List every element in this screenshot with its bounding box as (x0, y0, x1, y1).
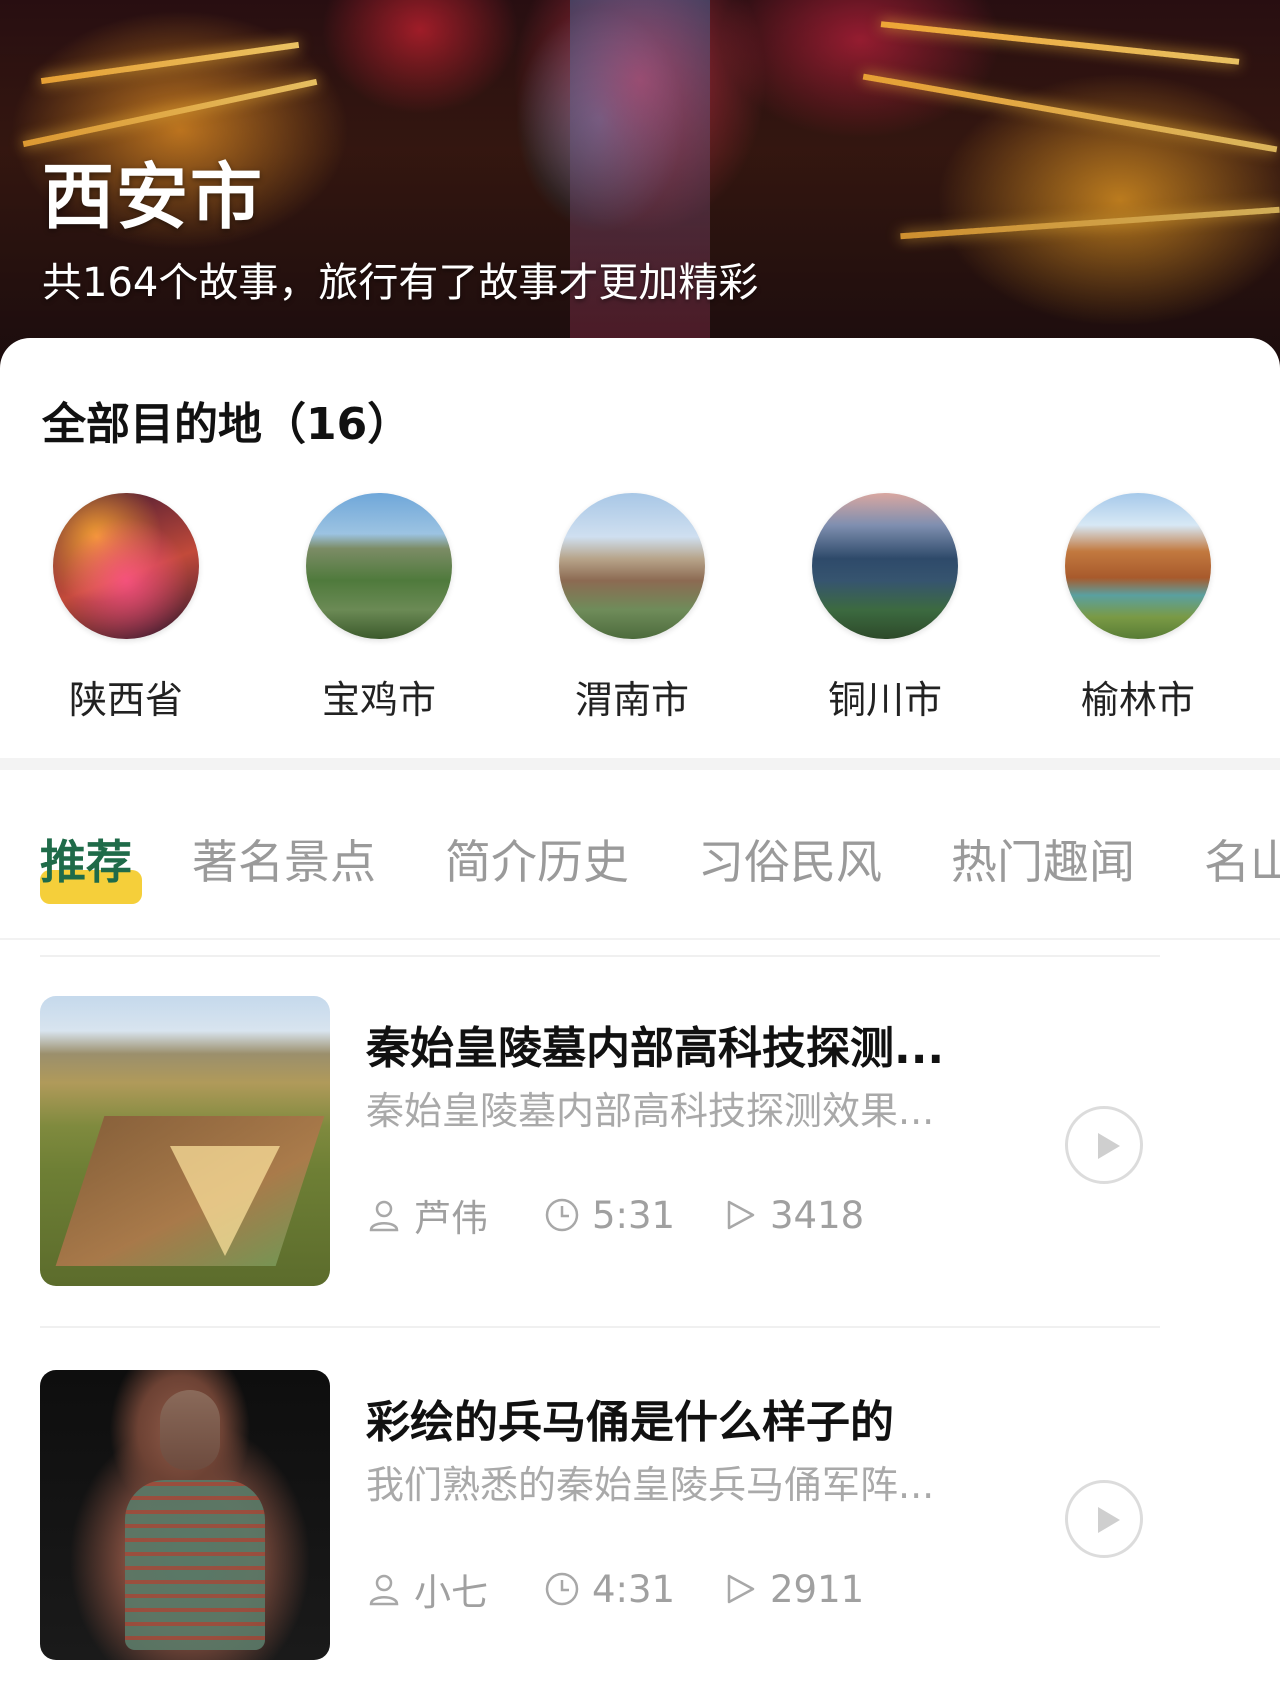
hero-banner: 西安市 共164个故事，旅行有了故事才更加精彩 (0, 0, 1280, 380)
tab-hot-news[interactable]: 热门趣闻 (951, 826, 1135, 892)
destination-thumbnail (559, 493, 705, 639)
story-meta: 小七 4:31 2911 (366, 1566, 1066, 1614)
user-icon (369, 1574, 399, 1606)
destination-item[interactable]: 渭南市 (532, 493, 732, 724)
destination-thumbnail (1065, 493, 1211, 639)
tab-customs[interactable]: 习俗民风 (698, 826, 882, 892)
destination-label: 铜川市 (827, 678, 942, 722)
city-title: 西安市 (42, 155, 265, 239)
destination-item[interactable]: 铜川市 (785, 493, 985, 724)
tab-recommended[interactable]: 推荐 (40, 826, 132, 892)
story-duration: 5:31 (544, 1192, 675, 1238)
story-author: 芦伟 (366, 1192, 488, 1240)
story-description: 我们熟悉的秦始皇陵兵马俑军阵... (366, 1463, 935, 1507)
story-author: 小七 (366, 1566, 488, 1614)
story-title: 秦始皇陵墓内部高科技探测... (366, 1023, 945, 1074)
story-plays: 3418 (722, 1192, 864, 1238)
city-subtitle: 共164个故事，旅行有了故事才更加精彩 (42, 260, 759, 306)
story-description: 秦始皇陵墓内部高科技探测效果... (366, 1089, 935, 1133)
author-name: 芦伟 (414, 1197, 488, 1240)
user-icon (369, 1200, 399, 1232)
play-count-value: 3418 (770, 1193, 865, 1237)
clock-icon (545, 1198, 579, 1232)
tab-famous-spots[interactable]: 著名景点 (192, 826, 376, 892)
section-divider (0, 758, 1280, 770)
tab-famous-mountains[interactable]: 名山 (1204, 826, 1280, 892)
destination-label: 陕西省 (68, 678, 183, 722)
author-name: 小七 (414, 1571, 488, 1614)
category-tabs: 推荐 著名景点 简介历史 习俗民风 热门趣闻 名山 (0, 770, 1280, 940)
clock-icon (545, 1572, 579, 1606)
destination-thumbnail (53, 493, 199, 639)
story-item[interactable]: 彩绘的兵马俑是什么样子的 我们熟悉的秦始皇陵兵马俑军阵... 小七 4:31 2… (0, 1370, 1280, 1662)
play-button[interactable] (1065, 1480, 1143, 1558)
story-item[interactable]: 秦始皇陵墓内部高科技探测... 秦始皇陵墓内部高科技探测效果... 芦伟 5:3… (0, 996, 1280, 1288)
warrior-head-shape (160, 1390, 220, 1470)
story-duration: 4:31 (544, 1566, 675, 1612)
list-divider (40, 955, 1160, 957)
destination-item[interactable]: 榆林市 (1038, 493, 1238, 724)
destinations-card: 全部目的地（16） 陕西省 宝鸡市 渭南市 铜川市 榆林市 (0, 338, 1280, 758)
warrior-armor-shape (125, 1480, 265, 1650)
tab-history[interactable]: 简介历史 (445, 826, 629, 892)
destination-thumbnail (812, 493, 958, 639)
destination-item[interactable]: 宝鸡市 (279, 493, 479, 724)
play-count-value: 2911 (770, 1567, 865, 1611)
destination-thumbnail (306, 493, 452, 639)
destination-label: 榆林市 (1080, 678, 1195, 722)
tabs-divider (0, 938, 1280, 940)
destination-label: 渭南市 (574, 678, 689, 722)
list-divider (40, 1326, 1160, 1328)
duration-value: 5:31 (592, 1193, 676, 1237)
duration-value: 4:31 (592, 1567, 676, 1611)
story-thumbnail (40, 1370, 330, 1660)
play-button[interactable] (1065, 1106, 1143, 1184)
destinations-list: 陕西省 宝鸡市 渭南市 铜川市 榆林市 (0, 493, 1280, 733)
scan-beam-shape (170, 1146, 280, 1256)
destination-label: 宝鸡市 (321, 678, 436, 722)
story-title: 彩绘的兵马俑是什么样子的 (366, 1397, 894, 1448)
destinations-title: 全部目的地（16） (42, 399, 412, 450)
play-count-icon (727, 1574, 755, 1604)
play-count-icon (727, 1200, 755, 1230)
play-circle-icon (1098, 1507, 1120, 1533)
story-plays: 2911 (722, 1566, 864, 1612)
story-thumbnail (40, 996, 330, 1286)
destination-item[interactable]: 陕西省 (26, 493, 226, 724)
story-meta: 芦伟 5:31 3418 (366, 1192, 1066, 1240)
play-circle-icon (1098, 1133, 1120, 1159)
